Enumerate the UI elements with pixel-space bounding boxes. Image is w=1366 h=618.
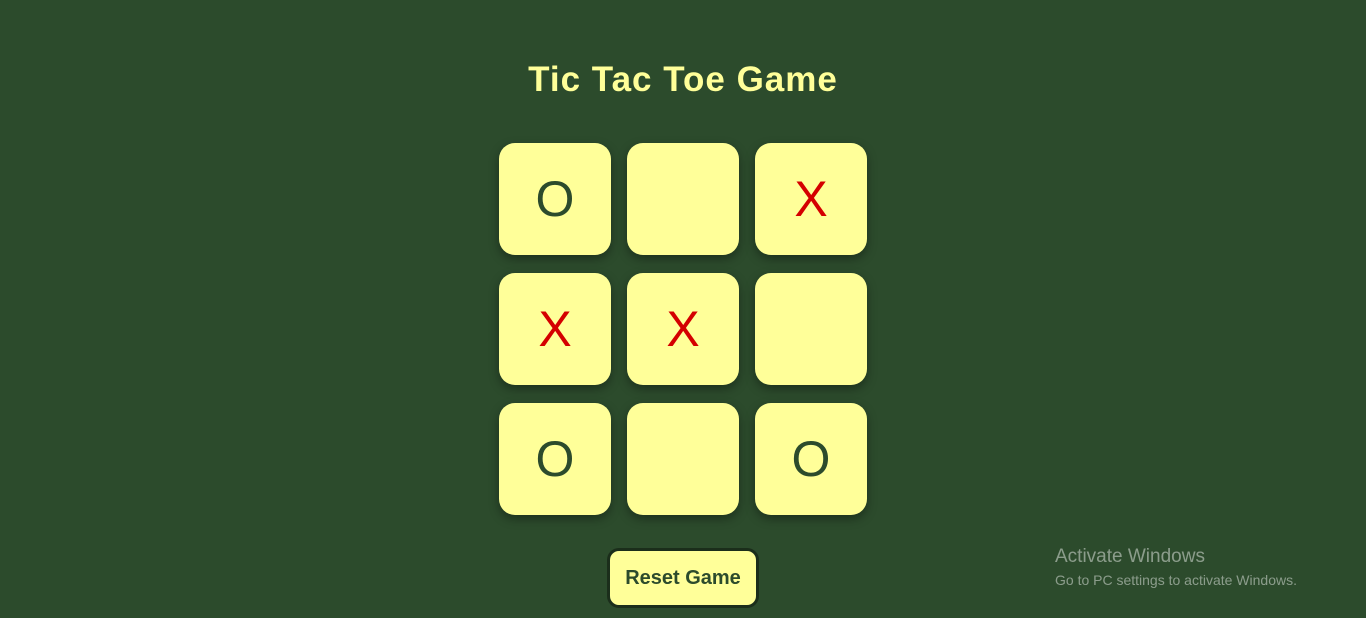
board-cell-6[interactable] bbox=[755, 273, 867, 385]
page-title: Tic Tac Toe Game bbox=[528, 60, 838, 99]
watermark-title: Activate Windows bbox=[1055, 546, 1205, 567]
board-cell-7[interactable]: O bbox=[499, 403, 611, 515]
reset-game-button[interactable]: Reset Game bbox=[607, 548, 759, 608]
activate-windows-watermark: Activate Windows Go to PC settings to ac… bbox=[1055, 546, 1297, 590]
board-cell-5[interactable]: X bbox=[627, 273, 739, 385]
board-cell-9[interactable]: O bbox=[755, 403, 867, 515]
watermark-subtitle: Go to PC settings to activate Windows. bbox=[1055, 572, 1297, 588]
game-board: O X X X O O bbox=[499, 143, 867, 515]
board-cell-3[interactable]: X bbox=[755, 143, 867, 255]
board-cell-4[interactable]: X bbox=[499, 273, 611, 385]
board-cell-2[interactable] bbox=[627, 143, 739, 255]
board-cell-1[interactable]: O bbox=[499, 143, 611, 255]
board-cell-8[interactable] bbox=[627, 403, 739, 515]
